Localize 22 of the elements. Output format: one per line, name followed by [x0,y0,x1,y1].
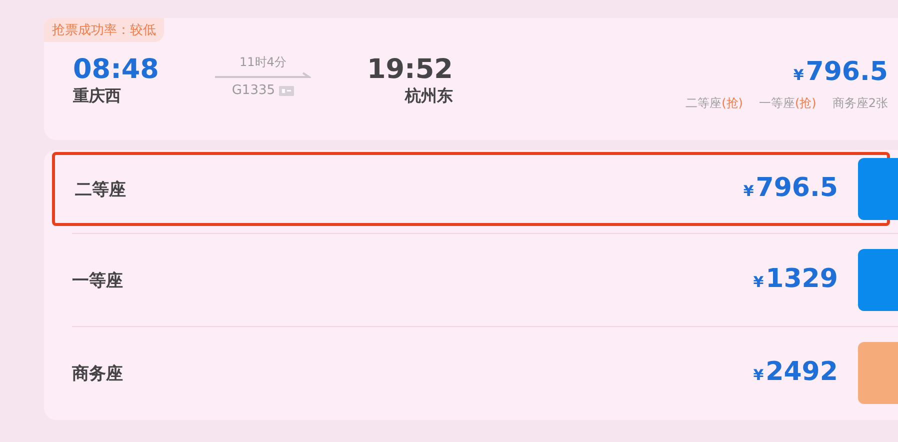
seat-price: ¥1329 [753,262,838,296]
price: ¥796.5 [793,56,888,89]
duration: 11时4分 [240,54,286,71]
grab-button[interactable] [858,342,898,404]
arrival-time: 19:52 [366,54,453,86]
id-card-icon [279,86,294,96]
seat-class: 二等座 [75,178,126,200]
departure-time: 08:48 [73,54,159,86]
seat-price: ¥796.5 [743,172,838,204]
seat-availability: 二等座(抢) [686,95,743,112]
seat-availability: 一等座(抢) [758,95,816,112]
seat-availability: 商务座2张 [832,95,888,112]
arrival-station: 杭州东 [404,86,453,107]
train-card[interactable]: 抢票成功率：较低 08:48 重庆西 11时4分 G1335 19:52 杭州东 ¥796.5 二等座(抢) 一等座(抢) 商务座2张 [44,18,898,140]
seat-class: 一等座 [72,270,123,292]
success-rate-badge: 抢票成功率：较低 [44,18,164,42]
book-button[interactable] [858,249,898,311]
book-button[interactable] [858,158,898,220]
seat-class: 商务座 [72,362,123,384]
departure-station: 重庆西 [73,86,122,107]
seat-price: ¥2492 [753,356,838,388]
train-number: G1335 [232,83,276,98]
